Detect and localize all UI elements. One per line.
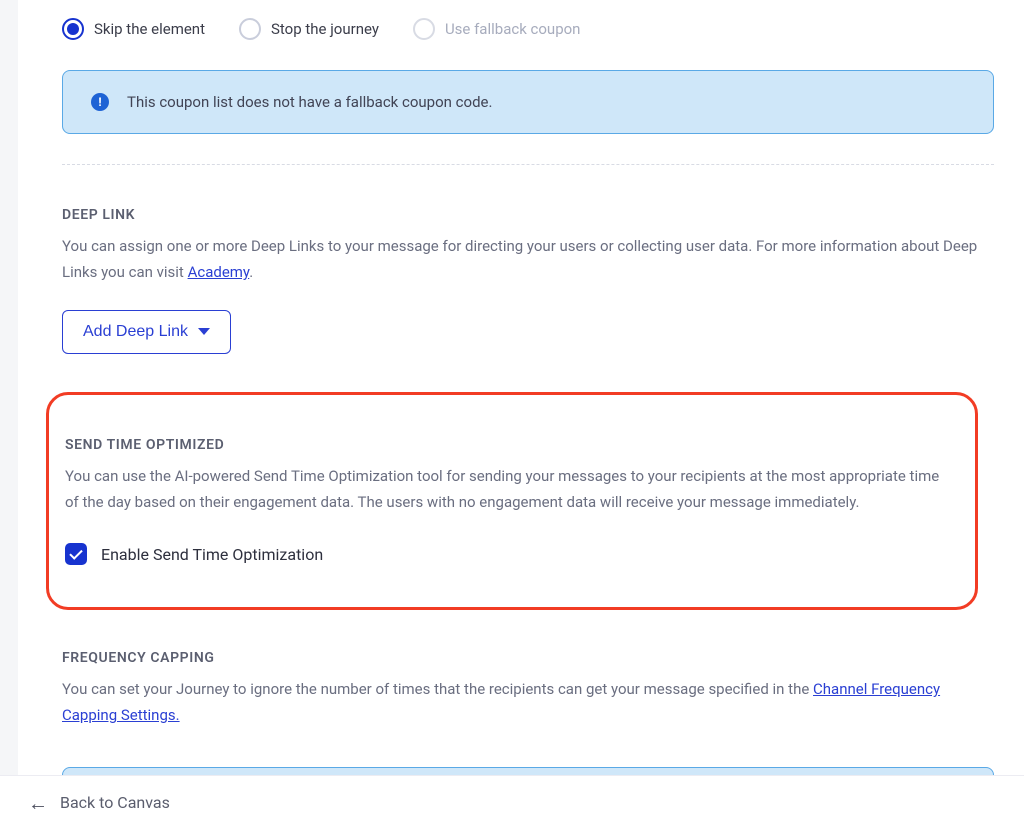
radio-stop-journey[interactable]: Stop the journey (239, 18, 379, 40)
enable-send-time-opt-row[interactable]: Enable Send Time Optimization (65, 543, 957, 565)
radio-use-fallback: Use fallback coupon (413, 18, 581, 40)
section-description: You can assign one or more Deep Links to… (62, 233, 994, 286)
radio-label: Use fallback coupon (445, 20, 581, 38)
coupon-behavior-radiogroup: Skip the element Stop the journey Use fa… (62, 18, 1006, 40)
frequency-info-banner (62, 767, 994, 776)
add-deep-link-button[interactable]: Add Deep Link (62, 310, 231, 354)
section-title: DEEP LINK (62, 207, 994, 223)
send-time-highlight: SEND TIME OPTIMIZED You can use the AI-p… (46, 392, 978, 611)
info-text: This coupon list does not have a fallbac… (127, 93, 492, 111)
footer-bar: ← Back to Canvas (0, 775, 1024, 829)
desc-text: You can set your Journey to ignore the n… (62, 680, 813, 698)
radio-label: Skip the element (94, 20, 205, 38)
section-title: SEND TIME OPTIMIZED (65, 437, 957, 453)
back-to-canvas-link[interactable]: Back to Canvas (60, 793, 170, 812)
info-icon: ! (91, 93, 109, 111)
checkbox-checked-icon[interactable] (65, 543, 87, 565)
chevron-down-icon (198, 328, 210, 335)
settings-panel: Skip the element Stop the journey Use fa… (18, 0, 1024, 775)
checkbox-label: Enable Send Time Optimization (101, 545, 323, 564)
radio-label: Stop the journey (271, 20, 379, 38)
frequency-capping-section: FREQUENCY CAPPING You can set your Journ… (62, 650, 994, 729)
radio-icon (239, 18, 261, 40)
button-label: Add Deep Link (83, 323, 188, 341)
section-description: You can use the AI-powered Send Time Opt… (65, 463, 947, 516)
send-time-section: SEND TIME OPTIMIZED You can use the AI-p… (65, 437, 957, 566)
fallback-info-banner: ! This coupon list does not have a fallb… (62, 70, 994, 134)
section-title: FREQUENCY CAPPING (62, 650, 994, 666)
deep-link-section: DEEP LINK You can assign one or more Dee… (62, 207, 994, 354)
desc-suffix: . (249, 263, 253, 281)
radio-skip-element[interactable]: Skip the element (62, 18, 205, 40)
section-description: You can set your Journey to ignore the n… (62, 676, 994, 729)
academy-link[interactable]: Academy (188, 263, 250, 281)
arrow-left-icon[interactable]: ← (28, 793, 48, 813)
radio-icon (413, 18, 435, 40)
radio-icon (62, 18, 84, 40)
section-divider (62, 164, 994, 165)
